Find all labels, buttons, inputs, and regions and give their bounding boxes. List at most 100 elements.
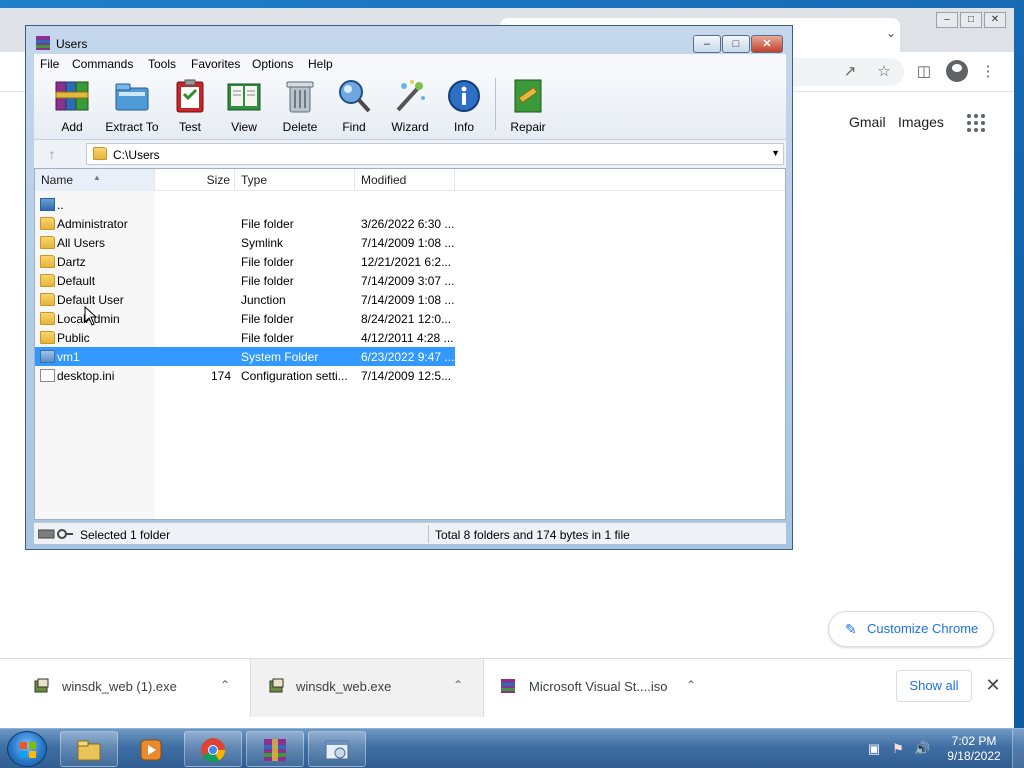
address-combo[interactable]: C:\Users ▼ bbox=[86, 143, 784, 165]
add-button[interactable]: Add bbox=[40, 78, 104, 134]
side-panel-icon[interactable]: ◫ bbox=[914, 62, 934, 82]
list-item-selected[interactable]: vm1 System Folder 6/23/2022 9:47 ... bbox=[35, 347, 455, 366]
sort-ascending-icon: ▲ bbox=[93, 173, 101, 182]
system-folder-icon bbox=[40, 350, 55, 363]
taskbar-clock[interactable]: 7:02 PM 9/18/2022 bbox=[944, 734, 1004, 764]
list-item[interactable]: Default User Junction 7/14/2009 1:08 ... bbox=[35, 290, 455, 309]
menu-file[interactable]: File bbox=[40, 57, 59, 71]
media-player-icon bbox=[140, 739, 162, 761]
menu-help[interactable]: Help bbox=[308, 57, 333, 71]
file-modified: 7/14/2009 3:07 ... bbox=[361, 274, 455, 288]
file-type: Configuration setti... bbox=[241, 369, 348, 383]
close-icon[interactable]: ✕ bbox=[984, 12, 1006, 28]
menu-favorites[interactable]: Favorites bbox=[191, 57, 240, 71]
list-item[interactable]: All Users Symlink 7/14/2009 1:08 ... bbox=[35, 233, 455, 252]
close-icon[interactable]: ✕ bbox=[984, 674, 1002, 696]
gmail-link[interactable]: Gmail bbox=[849, 114, 886, 130]
window-controls: – □ ✕ bbox=[693, 35, 783, 53]
installer-icon bbox=[269, 678, 284, 693]
dropdown-arrow-icon[interactable]: ▼ bbox=[771, 148, 780, 158]
menu-commands[interactable]: Commands bbox=[72, 57, 133, 71]
images-link[interactable]: Images bbox=[898, 114, 944, 130]
file-name: Public bbox=[57, 331, 90, 345]
chevron-up-icon[interactable]: ⌃ bbox=[220, 678, 230, 692]
taskbar-chrome[interactable] bbox=[184, 731, 242, 767]
file-type: File folder bbox=[241, 217, 294, 231]
minimize-icon[interactable]: – bbox=[693, 35, 721, 53]
file-type: Junction bbox=[241, 293, 286, 307]
list-item[interactable]: Public File folder 4/12/2011 4:28 ... bbox=[35, 328, 455, 347]
list-item[interactable]: desktop.ini 174 Configuration setti... 7… bbox=[35, 366, 455, 385]
omnibox[interactable]: ↗ ☆ bbox=[780, 58, 904, 86]
tab-search-chevron-icon[interactable]: ⌄ bbox=[886, 26, 896, 40]
share-icon[interactable]: ↗ bbox=[840, 62, 860, 82]
download-item[interactable]: winsdk_web.exe ⌃ bbox=[251, 659, 483, 717]
taskbar-winrar[interactable] bbox=[246, 731, 304, 767]
maximize-icon[interactable]: □ bbox=[722, 35, 750, 53]
column-name-label: Name bbox=[41, 173, 74, 187]
bookmark-star-icon[interactable]: ☆ bbox=[874, 62, 894, 82]
list-item[interactable]: LocalAdmin File folder 8/24/2021 12:0... bbox=[35, 309, 455, 328]
file-type: File folder bbox=[241, 312, 294, 326]
chevron-up-icon[interactable]: ⌃ bbox=[453, 678, 463, 692]
file-type: File folder bbox=[241, 331, 294, 345]
file-type: Symlink bbox=[241, 236, 284, 250]
menu-tools[interactable]: Tools bbox=[148, 57, 176, 71]
folder-icon bbox=[40, 331, 55, 344]
folder-icon bbox=[40, 217, 55, 230]
view-button[interactable]: View bbox=[212, 78, 276, 134]
column-header-modified[interactable]: Modified bbox=[355, 169, 455, 191]
up-folder-icon bbox=[40, 198, 55, 211]
close-icon[interactable]: ✕ bbox=[751, 35, 783, 53]
download-item[interactable]: winsdk_web (1).exe ⌃ bbox=[0, 659, 232, 717]
taskbar-window-app[interactable] bbox=[308, 731, 366, 767]
repair-button[interactable]: Repair bbox=[496, 78, 560, 134]
more-menu-icon[interactable]: ⋮ bbox=[978, 62, 998, 82]
find-button[interactable]: Find bbox=[322, 78, 386, 134]
column-header-name[interactable]: Name ▲ bbox=[35, 169, 155, 191]
minimize-icon[interactable]: – bbox=[936, 12, 958, 28]
network-icon[interactable]: ▣ bbox=[866, 741, 882, 757]
windows-logo-icon bbox=[20, 742, 36, 758]
file-type: System Folder bbox=[241, 350, 319, 364]
list-item[interactable]: Default File folder 7/14/2009 3:07 ... bbox=[35, 271, 455, 290]
google-apps-icon[interactable] bbox=[967, 114, 985, 132]
info-button[interactable]: Info bbox=[432, 78, 496, 134]
file-size: 174 bbox=[210, 369, 231, 383]
list-item[interactable]: .. bbox=[35, 195, 455, 214]
start-button[interactable] bbox=[7, 731, 47, 767]
show-all-downloads-button[interactable]: Show all bbox=[896, 670, 972, 702]
action-center-flag-icon[interactable]: ⚑ bbox=[890, 741, 906, 757]
clock-time: 7:02 PM bbox=[951, 734, 997, 748]
file-name: Default User bbox=[57, 293, 124, 307]
extract-folder-icon bbox=[115, 83, 149, 111]
maximize-icon[interactable]: □ bbox=[960, 12, 982, 28]
extract-to-button[interactable]: Extract To bbox=[100, 78, 164, 134]
magnifier-icon bbox=[339, 80, 371, 113]
folder-icon bbox=[93, 147, 107, 160]
download-item[interactable]: Microsoft Visual St....iso ⌃ bbox=[484, 659, 716, 717]
list-header: Name ▲ Size Type Modified bbox=[35, 169, 785, 191]
column-header-size[interactable]: Size bbox=[155, 169, 235, 191]
folder-icon bbox=[40, 236, 55, 249]
list-item[interactable]: Administrator File folder 3/26/2022 6:30… bbox=[35, 214, 455, 233]
file-type: File folder bbox=[241, 255, 294, 269]
file-name: Dartz bbox=[57, 255, 86, 269]
show-desktop-button[interactable] bbox=[1012, 729, 1024, 768]
profile-avatar-icon[interactable] bbox=[946, 60, 968, 82]
up-arrow-icon[interactable]: ↑ bbox=[42, 144, 62, 164]
volume-icon[interactable]: 🔊 bbox=[914, 741, 930, 757]
file-type: File folder bbox=[241, 274, 294, 288]
info-icon bbox=[448, 80, 480, 112]
test-clipboard-icon bbox=[176, 79, 204, 113]
menu-options[interactable]: Options bbox=[252, 57, 293, 71]
chevron-up-icon[interactable]: ⌃ bbox=[686, 678, 696, 692]
column-header-type[interactable]: Type bbox=[235, 169, 355, 191]
taskbar-media-player[interactable] bbox=[122, 731, 180, 767]
customize-chrome-button[interactable]: ✎ Customize Chrome bbox=[828, 611, 994, 647]
download-filename: winsdk_web (1).exe bbox=[62, 679, 177, 694]
list-item[interactable]: Dartz File folder 12/21/2021 6:2... bbox=[35, 252, 455, 271]
taskbar-explorer[interactable] bbox=[60, 731, 118, 767]
status-bar: Selected 1 folder Total 8 folders and 17… bbox=[34, 522, 786, 544]
address-path: C:\Users bbox=[113, 148, 160, 162]
